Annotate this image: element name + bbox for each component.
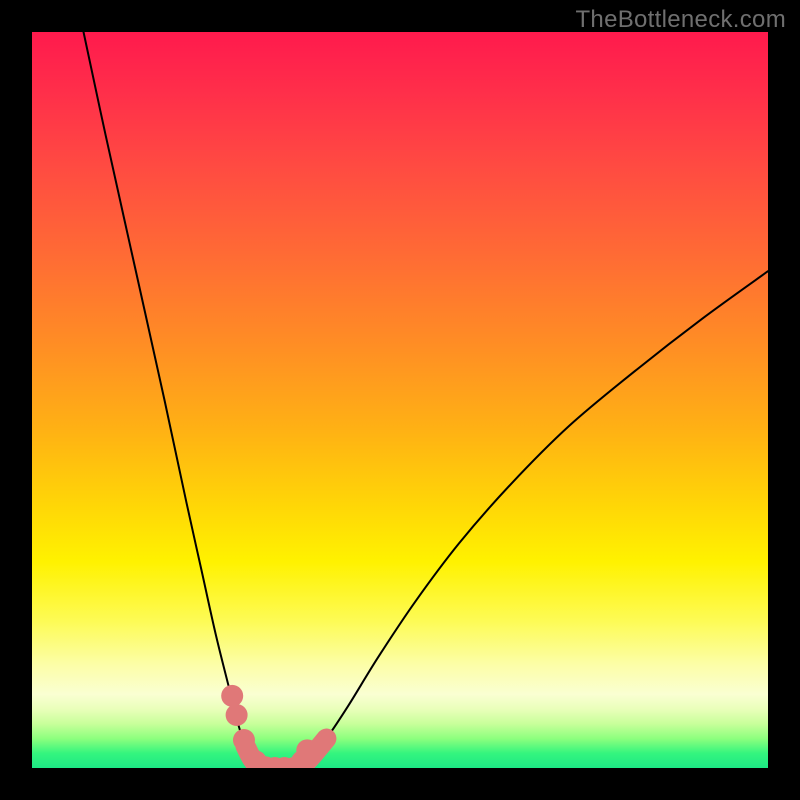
highlight-dot [296,739,318,761]
highlight-dot [226,704,248,726]
curves-overlay [32,32,768,768]
highlight-dots [221,685,318,768]
chart-frame: TheBottleneck.com [0,0,800,800]
watermark-text: TheBottleneck.com [575,6,786,34]
left-curve [84,32,264,768]
plot-area [32,32,768,768]
highlight-dot [233,729,255,751]
highlight-dot [221,685,243,707]
right-curve [297,271,768,768]
